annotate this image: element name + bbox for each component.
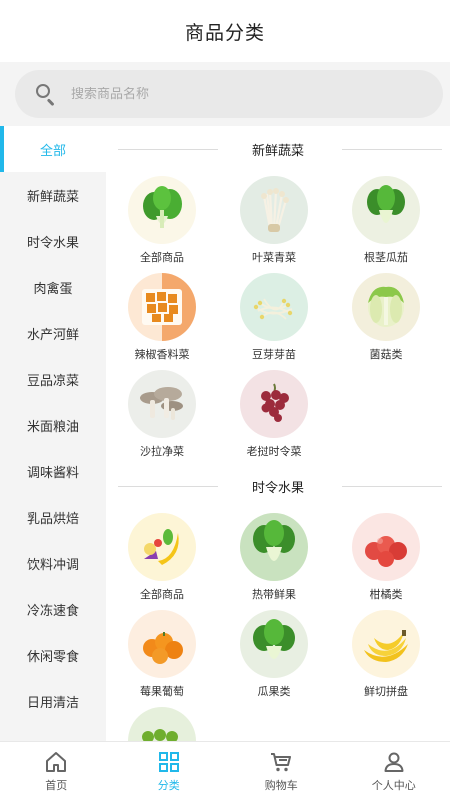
bananas-image xyxy=(352,610,420,678)
category-label: 叶菜青菜 xyxy=(252,251,296,264)
sidebar-item-label: 饮料冲调 xyxy=(26,557,79,573)
category-card[interactable]: 莓果葡萄 xyxy=(106,606,218,703)
category-card[interactable]: 根茎瓜茄 xyxy=(330,172,442,269)
napa-cabbage-image xyxy=(352,273,420,341)
category-card[interactable]: 老挝时令菜 xyxy=(218,366,330,463)
green-grapes-image xyxy=(128,707,196,741)
tab-label: 分类 xyxy=(157,778,180,792)
sidebar-item-fruits[interactable]: 时令水果 xyxy=(0,218,106,264)
category-content: 新鲜蔬菜 全部商品 叶菜青菜 根茎瓜茄 辣椒香料菜 豆芽芽苗 菌菇类 沙拉净菜 … xyxy=(106,126,450,741)
category-label: 莓果葡萄 xyxy=(140,685,184,698)
fruit-mix-image xyxy=(128,513,196,581)
search-input[interactable] xyxy=(71,86,371,102)
sidebar-item-condiments[interactable]: 调味酱料 xyxy=(0,448,106,494)
category-grid-icon xyxy=(158,751,179,772)
tab-label: 购物车 xyxy=(264,778,298,792)
bok-choy-image xyxy=(240,610,308,678)
bean-sprouts-image xyxy=(240,273,308,341)
category-card[interactable]: 叶菜青菜 xyxy=(218,172,330,269)
sidebar-item-dairy-bakery[interactable]: 乳品烘焙 xyxy=(0,494,106,540)
category-label: 菌菇类 xyxy=(369,348,403,361)
category-label: 柑橘类 xyxy=(369,588,403,601)
category-card[interactable]: 辣椒香料菜 xyxy=(106,269,218,366)
section-header: 新鲜蔬菜 xyxy=(106,126,450,172)
sidebar-item-all[interactable]: 全部 xyxy=(0,126,106,172)
bok-choy-image xyxy=(352,176,420,244)
category-card[interactable]: 沙拉净菜 xyxy=(106,366,218,463)
sidebar-item-label: 米面粮油 xyxy=(26,419,79,435)
oyster-mushroom-image xyxy=(128,370,196,438)
category-card[interactable] xyxy=(106,703,218,741)
tab-label: 首页 xyxy=(45,778,68,792)
search-icon xyxy=(35,83,57,106)
bok-choy-image xyxy=(128,176,196,244)
category-sidebar: 全部 新鲜蔬菜 时令水果 肉禽蛋 水产河鲜 豆品凉菜 米面粮油 调味酱料 乳品烘… xyxy=(0,126,106,741)
sidebar-item-label: 时令水果 xyxy=(26,235,79,251)
bottom-tab-bar: 首页 分类 购物车 个人中心 xyxy=(0,741,450,800)
sidebar-item-vegetables[interactable]: 新鲜蔬菜 xyxy=(0,172,106,218)
page-title: 商品分类 xyxy=(184,21,265,44)
sidebar-item-label: 全部 xyxy=(39,143,66,159)
sidebar-item-label: 日用清洁 xyxy=(26,695,79,711)
tab-category[interactable]: 分类 xyxy=(113,742,226,800)
bok-choy-image xyxy=(240,513,308,581)
sidebar-item-drinks[interactable]: 饮料冲调 xyxy=(0,540,106,586)
category-label: 热带鲜果 xyxy=(252,588,296,601)
page-header: 商品分类 xyxy=(0,0,450,62)
tab-cart[interactable]: 购物车 xyxy=(225,742,338,800)
category-card[interactable]: 菌菇类 xyxy=(330,269,442,366)
section-header: 时令水果 xyxy=(106,463,450,509)
section-title: 时令水果 xyxy=(241,476,314,496)
sidebar-item-label: 乳品烘焙 xyxy=(26,511,79,527)
tab-label: 个人中心 xyxy=(371,778,416,792)
category-card[interactable]: 鲜切拼盘 xyxy=(330,606,442,703)
sidebar-item-label: 休闲零食 xyxy=(26,649,79,665)
grapes-image xyxy=(240,370,308,438)
apples-image xyxy=(352,513,420,581)
section-title: 新鲜蔬菜 xyxy=(241,139,314,159)
search-bar-area xyxy=(0,62,450,126)
sidebar-item-label: 肉禽蛋 xyxy=(33,281,73,297)
sidebar-item-label: 冷冻速食 xyxy=(26,603,79,619)
category-card[interactable]: 豆芽芽苗 xyxy=(218,269,330,366)
sidebar-item-frozen[interactable]: 冷冻速食 xyxy=(0,586,106,632)
sidebar-item-snacks[interactable]: 休闲零食 xyxy=(0,632,106,678)
category-card[interactable]: 全部商品 xyxy=(106,172,218,269)
sidebar-item-tofu-cold-dishes[interactable]: 豆品凉菜 xyxy=(0,356,106,402)
category-grid: 全部商品 热带鲜果 柑橘类 莓果葡萄 瓜果类 鲜切拼盘 xyxy=(106,509,450,741)
category-label: 鲜切拼盘 xyxy=(364,685,408,698)
search-box[interactable] xyxy=(15,70,443,118)
sidebar-item-meat-eggs[interactable]: 肉禽蛋 xyxy=(0,264,106,310)
oranges-image xyxy=(128,610,196,678)
category-card[interactable]: 全部商品 xyxy=(106,509,218,606)
category-label: 辣椒香料菜 xyxy=(134,348,190,361)
category-card[interactable]: 热带鲜果 xyxy=(218,509,330,606)
category-label: 全部商品 xyxy=(140,588,184,601)
sidebar-item-label: 水产河鲜 xyxy=(26,327,79,343)
sidebar-item-rice-flour-oil[interactable]: 米面粮油 xyxy=(0,402,106,448)
category-card[interactable]: 瓜果类 xyxy=(218,606,330,703)
category-label: 瓜果类 xyxy=(257,685,291,698)
category-label: 全部商品 xyxy=(140,251,184,264)
category-card[interactable]: 柑橘类 xyxy=(330,509,442,606)
tofu-cubes-image xyxy=(128,273,196,341)
sidebar-item-label: 新鲜蔬菜 xyxy=(26,189,79,205)
sidebar-item-seafood[interactable]: 水产河鲜 xyxy=(0,310,106,356)
user-icon xyxy=(384,752,404,772)
cart-icon xyxy=(271,752,292,771)
tab-home[interactable]: 首页 xyxy=(0,742,113,800)
sidebar-item-household[interactable]: 日用清洁 xyxy=(0,678,106,724)
category-label: 老挝时令菜 xyxy=(246,445,302,458)
category-grid: 全部商品 叶菜青菜 根茎瓜茄 辣椒香料菜 豆芽芽苗 菌菇类 沙拉净菜 老挝时令菜 xyxy=(106,172,450,463)
category-label: 根茎瓜茄 xyxy=(364,251,408,264)
category-label: 豆芽芽苗 xyxy=(252,348,296,361)
home-icon xyxy=(46,751,67,772)
sidebar-item-label: 豆品凉菜 xyxy=(26,373,79,389)
category-label: 沙拉净菜 xyxy=(140,445,184,458)
enoki-mushroom-image xyxy=(240,176,308,244)
sidebar-item-label: 调味酱料 xyxy=(26,465,79,481)
tab-profile[interactable]: 个人中心 xyxy=(338,742,450,800)
